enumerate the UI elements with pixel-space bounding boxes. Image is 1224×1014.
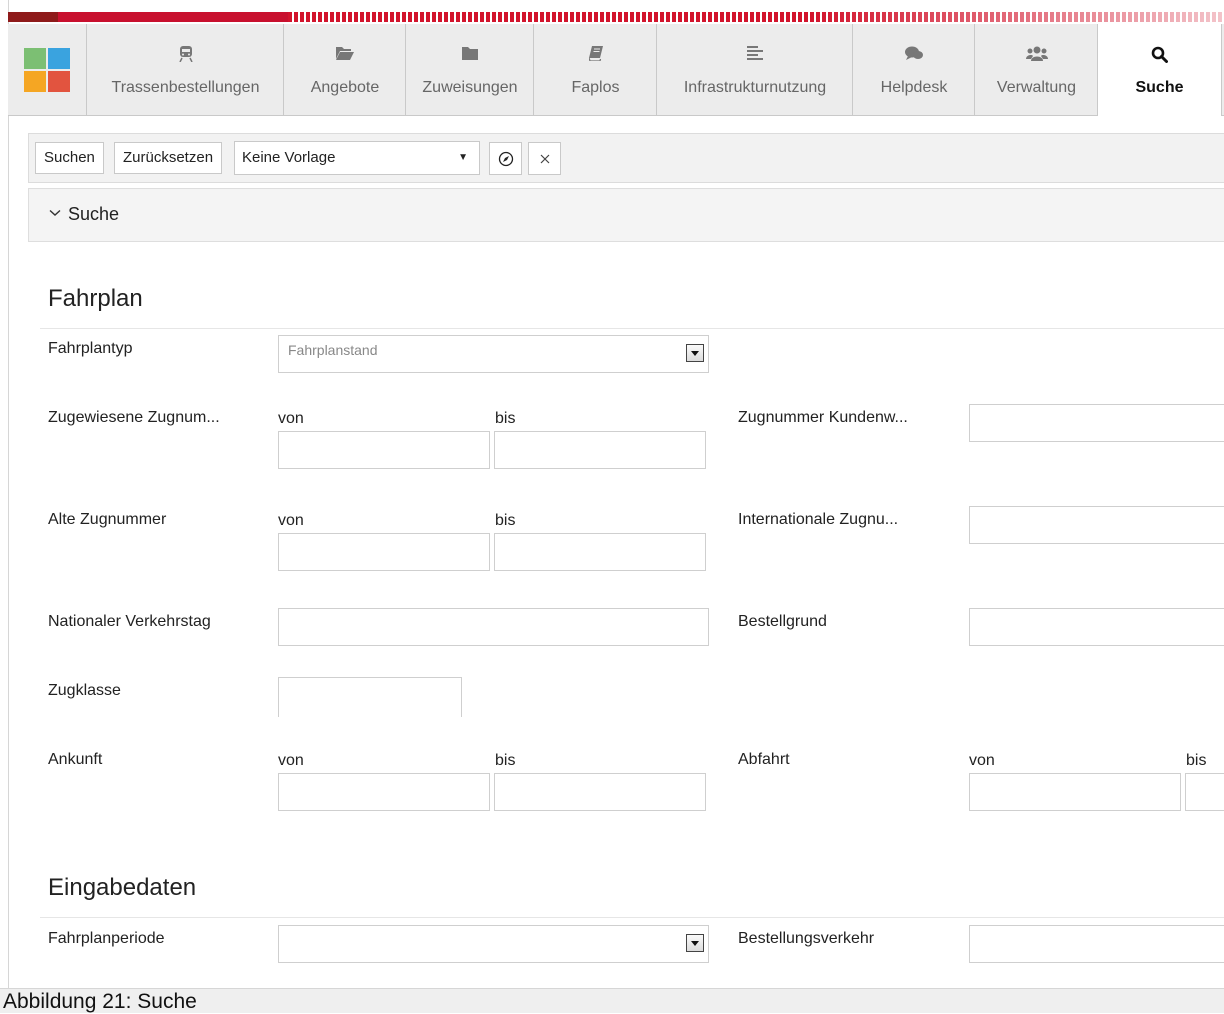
von-label: von [278, 752, 304, 769]
ankunft-bis-input[interactable] [494, 773, 706, 811]
abfahrt-von-input[interactable] [969, 773, 1181, 811]
tab-label: Suche [1135, 79, 1184, 96]
bis-label: bis [495, 512, 516, 529]
tab-verwaltung[interactable]: Verwaltung [974, 24, 1098, 115]
bis-label: bis [495, 752, 516, 769]
von-label: von [278, 410, 304, 427]
app-logo[interactable] [24, 48, 70, 92]
tab-label: Angebote [310, 79, 380, 96]
book-icon [534, 46, 657, 62]
zugewiesene-zugnummer-label: Zugewiesene Zugnum... [48, 409, 220, 426]
dropdown-arrow-icon [686, 344, 704, 362]
bestellgrund-label: Bestellgrund [738, 613, 827, 630]
tab-label: Verwaltung [996, 79, 1077, 96]
tab-infrastrukturnutzung[interactable]: Infrastrukturnutzung [656, 24, 853, 115]
dropdown-arrow-icon: ▼ [458, 152, 468, 163]
folder-open-icon [284, 46, 406, 62]
fahrplantyp-label: Fahrplantyp [48, 340, 133, 357]
tab-label: Trassenbestellungen [111, 79, 260, 96]
zugklasse-input[interactable] [278, 677, 462, 717]
caption-text: Abbildung 21: Suche [3, 990, 197, 1013]
abfahrt-bis-input[interactable] [1185, 773, 1224, 811]
alte-zugnummer-label: Alte Zugnummer [48, 511, 167, 528]
reset-button[interactable]: Zurücksetzen [114, 142, 223, 174]
zugnummer-kundenwunsch-label: Zugnummer Kundenw... [738, 409, 908, 426]
verkehrstag-label: Nationaler Verkehrstag [48, 613, 211, 630]
users-icon [975, 46, 1098, 62]
tab-faplos[interactable]: Faplos [533, 24, 657, 115]
fahrplanperiode-select[interactable] [278, 925, 709, 963]
close-icon [540, 154, 549, 163]
apply-template-button[interactable] [489, 142, 522, 175]
train-icon [87, 46, 284, 62]
alte-bis-input[interactable] [494, 533, 706, 571]
zugklasse-label: Zugklasse [48, 682, 121, 699]
clear-template-button[interactable] [528, 142, 561, 175]
tab-zuweisungen[interactable]: Zuweisungen [405, 24, 534, 115]
fahrplantyp-value: Fahrplanstand [288, 342, 378, 358]
tab-label: Zuweisungen [422, 79, 518, 96]
section-title: Suche [68, 204, 120, 224]
fahrplanperiode-label: Fahrplanperiode [48, 930, 165, 947]
brand-stripe [8, 12, 1224, 22]
tab-angebote[interactable]: Angebote [283, 24, 406, 115]
von-label: von [278, 512, 304, 529]
folder-icon [406, 46, 534, 62]
eingabedaten-heading: Eingabedaten [48, 874, 197, 901]
search-section-header[interactable]: Suche [28, 188, 1224, 242]
search-toolbar: Suchen Zurücksetzen Keine Vorlage ▼ [28, 133, 1224, 183]
internationale-zugnummer-label: Internationale Zugnu... [738, 511, 899, 528]
figure-caption: Abbildung 21: Suche [0, 988, 1224, 1013]
bestellgrund-input[interactable] [969, 608, 1224, 646]
compass-icon [498, 151, 513, 166]
search-icon [1098, 46, 1221, 63]
zugnummer-kundenwunsch-input[interactable] [969, 404, 1224, 442]
tab-suche[interactable]: Suche [1097, 24, 1222, 117]
verkehrstag-input[interactable] [278, 608, 709, 646]
search-button[interactable]: Suchen [35, 142, 104, 174]
divider [40, 328, 1224, 329]
alte-von-input[interactable] [278, 533, 490, 571]
fahrplantyp-select[interactable]: Fahrplanstand [278, 335, 709, 373]
von-label: von [969, 752, 995, 769]
tab-label: Infrastrukturnutzung [683, 79, 827, 96]
tab-trassenbestellungen[interactable]: Trassenbestellungen [86, 24, 284, 115]
list-icon [657, 46, 853, 62]
template-select[interactable]: Keine Vorlage ▼ [234, 141, 480, 175]
bis-label: bis [495, 410, 516, 427]
template-select-value: Keine Vorlage [242, 149, 336, 166]
fahrplan-heading: Fahrplan [48, 285, 143, 312]
ankunft-von-input[interactable] [278, 773, 490, 811]
internationale-zugnummer-input[interactable] [969, 506, 1224, 544]
bestellungsverkehr-label: Bestellungsverkehr [738, 930, 875, 947]
tab-label: Faplos [571, 79, 620, 96]
zugewiesene-bis-input[interactable] [494, 431, 706, 469]
ankunft-label: Ankunft [48, 751, 103, 768]
tab-label: Helpdesk [880, 79, 948, 96]
bis-label: bis [1186, 752, 1207, 769]
zugewiesene-von-input[interactable] [278, 431, 490, 469]
main-navigation: Trassenbestellungen Angebote Zuweisungen… [8, 24, 1224, 117]
chevron-down-icon [49, 209, 61, 216]
bestellungsverkehr-input[interactable] [969, 925, 1224, 963]
chat-icon [853, 46, 975, 62]
tab-helpdesk[interactable]: Helpdesk [852, 24, 975, 115]
abfahrt-label: Abfahrt [738, 751, 790, 768]
divider [40, 917, 1224, 918]
dropdown-arrow-icon [686, 934, 704, 952]
